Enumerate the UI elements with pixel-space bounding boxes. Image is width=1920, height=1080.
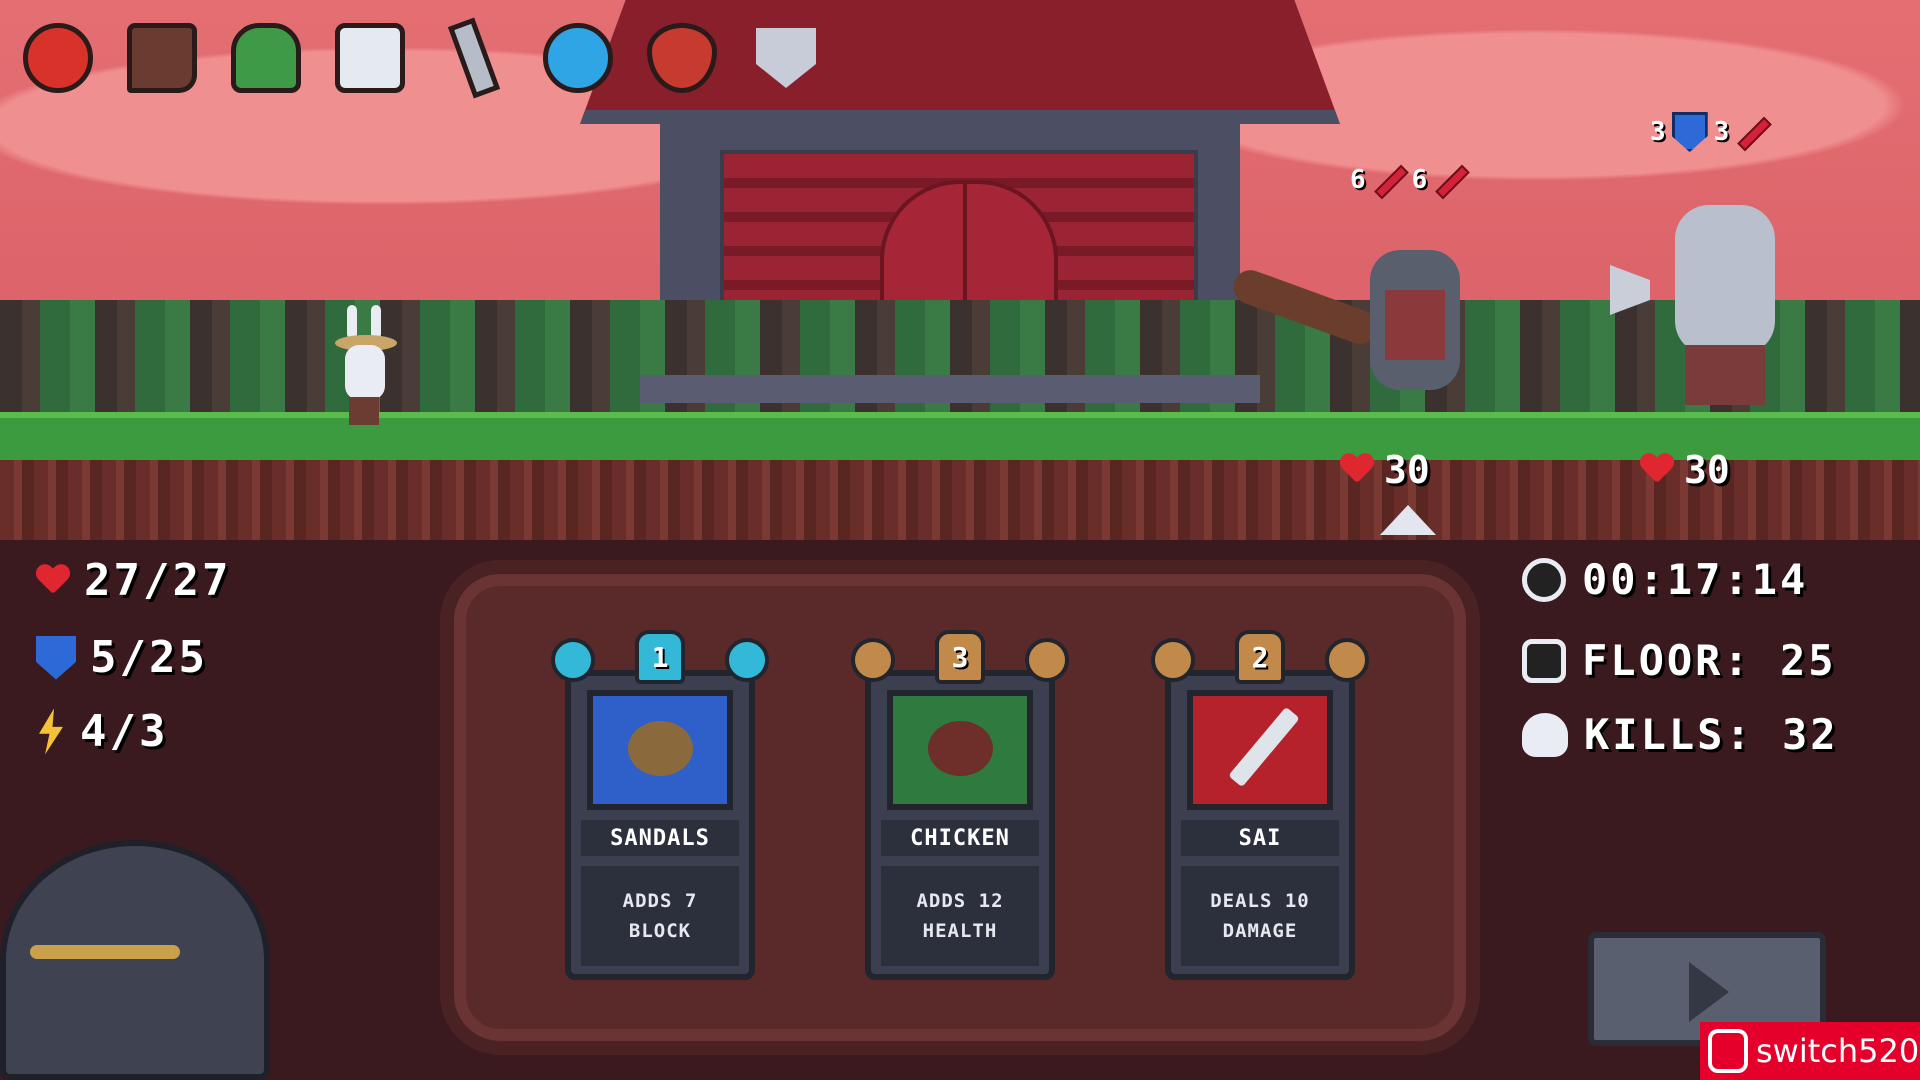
enemy-intent-2: 3 3 bbox=[1650, 112, 1769, 152]
amulet-icon[interactable] bbox=[642, 18, 722, 98]
player-block: 5/25 bbox=[36, 632, 208, 683]
card-desc-line: DAMAGE bbox=[1222, 920, 1298, 942]
card-art bbox=[587, 690, 733, 810]
card-description: DEALS 10 DAMAGE bbox=[1181, 866, 1339, 966]
player-health: 27/27 bbox=[36, 555, 231, 606]
watermark: switch520 bbox=[1700, 1022, 1920, 1080]
card-ornament bbox=[551, 638, 595, 682]
enemy-wolf-club[interactable] bbox=[1228, 210, 1490, 440]
boot-icon[interactable] bbox=[122, 18, 202, 98]
kills-value: KILLS: 32 bbox=[1584, 710, 1839, 759]
card-name: SANDALS bbox=[581, 820, 739, 856]
game-screen: 6 6 30 3 3 30 27/27 5/25 4/3 00:17:14 FL… bbox=[0, 0, 1920, 1080]
blue-orb-icon[interactable] bbox=[538, 18, 618, 98]
enemy-health-1: 30 bbox=[1340, 448, 1430, 492]
timer-value: 00:17:14 bbox=[1582, 555, 1809, 604]
card-ornament bbox=[1025, 638, 1069, 682]
enemy-health-value: 30 bbox=[1384, 448, 1430, 492]
card-desc-line: ADDS 12 bbox=[916, 890, 1004, 912]
shield-icon[interactable] bbox=[746, 18, 826, 98]
play-arrow-icon bbox=[1689, 962, 1729, 1022]
player-character bbox=[335, 305, 397, 425]
player-energy: 4/3 bbox=[36, 706, 168, 757]
apple-icon[interactable] bbox=[18, 18, 98, 98]
sword-icon bbox=[1372, 163, 1406, 197]
card-ornament bbox=[851, 638, 895, 682]
lightning-icon bbox=[39, 708, 63, 755]
bag-rope bbox=[30, 945, 180, 959]
heart-icon bbox=[1340, 454, 1374, 486]
floor-icon bbox=[1522, 638, 1566, 683]
switch-logo-icon bbox=[1708, 1029, 1748, 1073]
card-cost: 2 bbox=[1235, 630, 1285, 684]
chicken-icon bbox=[928, 721, 993, 776]
card-cost: 3 bbox=[935, 630, 985, 684]
sai-icon bbox=[1228, 706, 1300, 788]
card-ornament bbox=[1325, 638, 1369, 682]
kill-counter: KILLS: 32 bbox=[1522, 710, 1839, 759]
temple-steps bbox=[640, 375, 1260, 403]
card-sandals[interactable]: 1 SANDALS ADDS 7 BLOCK bbox=[551, 630, 769, 980]
card-desc-line: BLOCK bbox=[628, 920, 692, 942]
dagger-icon[interactable] bbox=[434, 17, 514, 99]
enemy-health-value: 30 bbox=[1684, 448, 1730, 492]
intent-value: 3 bbox=[1650, 117, 1666, 147]
grass-ground bbox=[0, 412, 1920, 466]
shield-icon bbox=[36, 635, 76, 680]
player-block-value: 5/25 bbox=[90, 632, 208, 683]
card-ornament bbox=[725, 638, 769, 682]
heart-icon bbox=[36, 565, 70, 597]
card-desc-line: DEALS 10 bbox=[1210, 890, 1310, 912]
run-timer: 00:17:14 bbox=[1522, 555, 1808, 604]
card-desc-line: ADDS 7 bbox=[622, 890, 698, 912]
card-cost: 1 bbox=[635, 630, 685, 684]
player-energy-value: 4/3 bbox=[80, 706, 169, 757]
deck-bag-icon[interactable] bbox=[0, 840, 270, 1080]
floor-value: FLOOR: 25 bbox=[1582, 636, 1837, 685]
watermark-text: switch520 bbox=[1756, 1032, 1920, 1070]
card-name: CHICKEN bbox=[881, 820, 1039, 856]
sword-icon bbox=[1735, 115, 1769, 149]
skull-icon bbox=[1522, 712, 1568, 757]
card-ornament bbox=[1151, 638, 1195, 682]
enemy-intent-1: 6 6 bbox=[1350, 160, 1467, 200]
clock-icon bbox=[1522, 557, 1566, 602]
card-art bbox=[887, 690, 1033, 810]
floor-counter: FLOOR: 25 bbox=[1522, 636, 1837, 685]
enemy-health-2: 30 bbox=[1640, 448, 1730, 492]
enemy-wolf-axe[interactable] bbox=[1610, 175, 1800, 435]
intent-value: 3 bbox=[1713, 117, 1730, 147]
intent-value: 6 bbox=[1411, 165, 1428, 195]
relic-bar bbox=[18, 17, 826, 99]
heart-icon bbox=[1640, 454, 1674, 486]
sword-icon bbox=[1433, 163, 1467, 197]
sandals-icon bbox=[628, 721, 693, 776]
intent-value: 6 bbox=[1350, 165, 1366, 195]
card-description: ADDS 7 BLOCK bbox=[581, 866, 739, 966]
card-sai[interactable]: 2 SAI DEALS 10 DAMAGE bbox=[1151, 630, 1369, 980]
card-art bbox=[1187, 690, 1333, 810]
shield-icon bbox=[1671, 112, 1708, 152]
card-desc-line: HEALTH bbox=[922, 920, 998, 942]
dirt-ground bbox=[0, 460, 1920, 540]
player-health-value: 27/27 bbox=[84, 555, 232, 606]
target-indicator-icon bbox=[1380, 505, 1436, 535]
card-chicken[interactable]: 3 CHICKEN ADDS 12 HEALTH bbox=[851, 630, 1069, 980]
card-name: SAI bbox=[1181, 820, 1339, 856]
mug-icon[interactable] bbox=[330, 18, 410, 98]
card-description: ADDS 12 HEALTH bbox=[881, 866, 1039, 966]
potted-plant-icon[interactable] bbox=[226, 18, 306, 98]
